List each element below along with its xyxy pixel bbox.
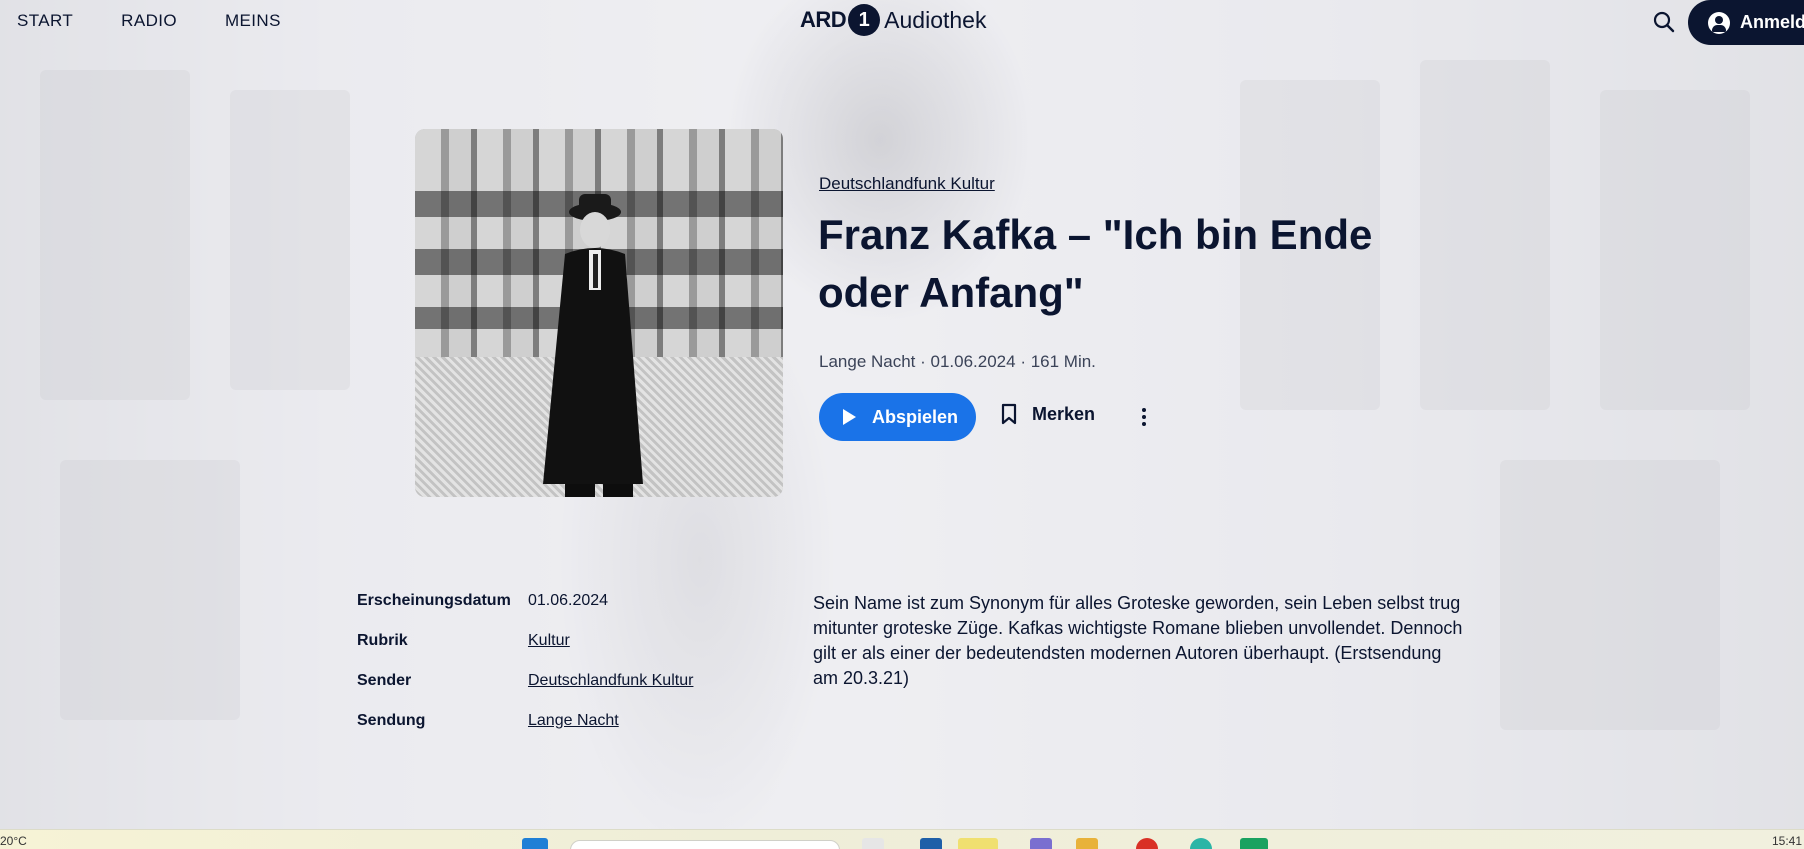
detail-value: 01.06.2024 xyxy=(528,592,609,609)
detail-link-sender[interactable]: Deutschlandfunk Kultur xyxy=(528,672,693,712)
logo-one-icon: 1 xyxy=(848,4,881,36)
man-figure-icon xyxy=(543,194,643,497)
browser-icon[interactable] xyxy=(1136,838,1158,849)
nav-start[interactable]: START xyxy=(17,11,73,31)
play-label: Abspielen xyxy=(872,406,959,427)
detail-link-sendung[interactable]: Lange Nacht xyxy=(528,712,619,752)
login-label: Anmeld xyxy=(1740,12,1804,32)
episode-details: Erscheinungsdatum 01.06.2024 Rubrik Kult… xyxy=(357,592,693,752)
bookmark-icon xyxy=(1001,403,1017,425)
logo-ard: ARD xyxy=(800,7,847,32)
folder-icon[interactable] xyxy=(1076,838,1098,849)
detail-row: Erscheinungsdatum 01.06.2024 xyxy=(357,592,693,632)
episode-cover-image xyxy=(415,129,783,497)
sheets-icon[interactable] xyxy=(1240,838,1268,849)
logo-name: Audiothek xyxy=(884,6,987,33)
episode-description: Sein Name ist zum Synonym für alles Grot… xyxy=(813,593,1463,688)
detail-link-rubrik[interactable]: Kultur xyxy=(528,632,570,672)
edge-icon[interactable] xyxy=(1190,838,1212,849)
episode-title: Franz Kafka – "Ich bin Ende oder Anfang" xyxy=(818,211,1373,316)
weather-temperature[interactable]: 20°C xyxy=(0,834,27,848)
os-taskbar: 20°C 15:41 xyxy=(0,829,1804,849)
user-icon xyxy=(1708,11,1730,34)
login-button[interactable]: Anmeld xyxy=(1688,0,1804,45)
file-icon[interactable] xyxy=(862,838,884,849)
app-icon[interactable] xyxy=(920,838,942,849)
start-menu-icon[interactable] xyxy=(522,838,548,849)
nav-radio[interactable]: RADIO xyxy=(121,11,177,31)
ard-audiothek-logo[interactable]: ARD 1 Audiothek xyxy=(800,4,986,36)
taskbar-clock[interactable]: 15:41 xyxy=(1772,834,1802,848)
detail-row: Sendung Lange Nacht xyxy=(357,712,693,752)
main-nav: START RADIO MEINS xyxy=(17,11,281,31)
channel-link[interactable]: Deutschlandfunk Kultur xyxy=(819,174,995,194)
detail-key: Rubrik xyxy=(357,632,408,649)
episode-meta: Lange Nacht · 01.06.2024 · 161 Min. xyxy=(819,352,1096,371)
detail-key: Sender xyxy=(357,672,412,689)
search-icon[interactable] xyxy=(1652,10,1676,34)
more-options-icon[interactable] xyxy=(1134,405,1154,429)
play-button[interactable]: Abspielen xyxy=(819,393,976,441)
taskbar-search-input[interactable] xyxy=(570,840,840,849)
detail-row: Sender Deutschlandfunk Kultur xyxy=(357,672,693,712)
bookmark-label: Merken xyxy=(1032,403,1096,424)
widgets-icon[interactable] xyxy=(958,838,998,849)
top-navigation: START RADIO MEINS ARD 1 Audiothek Anmeld xyxy=(0,0,1804,45)
bookmark-button[interactable]: Merken xyxy=(1000,403,1095,425)
nav-meins[interactable]: MEINS xyxy=(225,11,281,31)
detail-key: Sendung xyxy=(357,712,426,729)
play-icon xyxy=(843,409,856,425)
detail-row: Rubrik Kultur xyxy=(357,632,693,672)
teams-icon[interactable] xyxy=(1030,838,1052,849)
detail-key: Erscheinungsdatum xyxy=(357,592,511,609)
